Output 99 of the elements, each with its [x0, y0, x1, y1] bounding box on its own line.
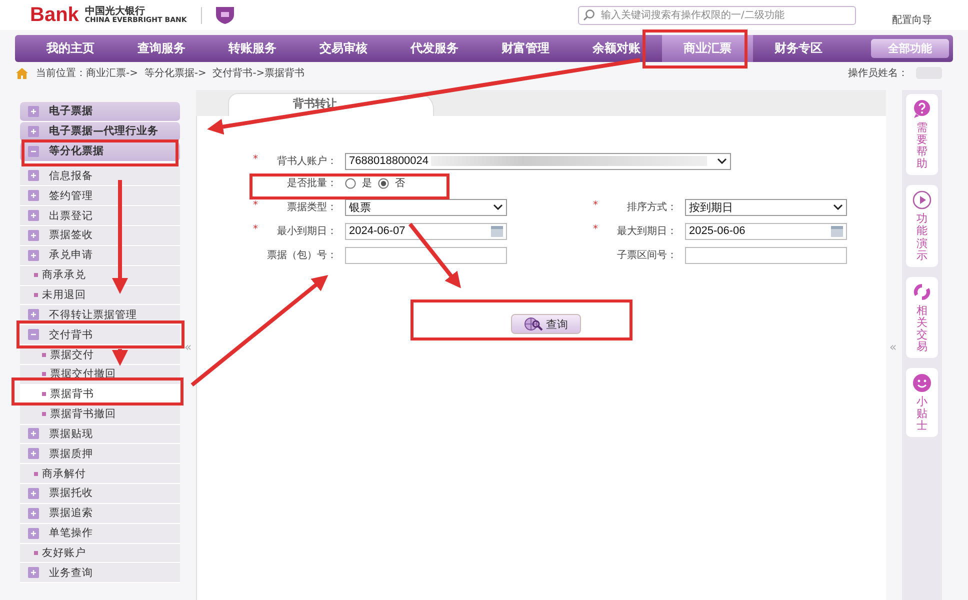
setup-guide-link[interactable]: 配置向导	[892, 3, 932, 27]
bullet-icon	[42, 412, 46, 416]
required-mark: *	[252, 200, 258, 213]
sidebar-item[interactable]: 票据背书撤回	[20, 404, 180, 424]
nav-tab[interactable]: 转账服务	[207, 35, 298, 62]
toolbar-button[interactable]: 功能演示	[906, 185, 938, 267]
sidebar-item[interactable]: 票据质押	[20, 444, 180, 464]
annotation-arrow	[112, 349, 128, 366]
plus-square-icon	[28, 126, 39, 137]
field-label: 票据（包）号：	[267, 249, 337, 262]
nav-tab[interactable]: 我的主页	[25, 35, 116, 62]
sidebar-item[interactable]: 商承承兑	[20, 266, 180, 286]
account-select[interactable]: 7688018800024	[345, 152, 731, 170]
toolbar-button[interactable]: 小贴士	[906, 368, 938, 438]
sidebar-item[interactable]: 商承解付	[20, 464, 180, 484]
sidebar-item[interactable]: 承兑申请	[20, 246, 180, 266]
plus-square-icon	[28, 508, 39, 519]
calendar-icon[interactable]	[491, 226, 503, 236]
required-mark: *	[592, 224, 598, 237]
plus-square-icon	[28, 428, 39, 440]
globe-search-icon	[524, 317, 544, 331]
caret-icon	[493, 204, 503, 210]
operator-label: 操作员姓名：	[848, 67, 908, 80]
plus-square-icon	[28, 190, 39, 202]
bullet-icon	[42, 372, 46, 376]
shield-emblem-icon	[214, 6, 236, 24]
smiley-icon	[912, 373, 932, 394]
nav-tab[interactable]: 查询服务	[116, 35, 207, 62]
field-label: 票据类型：	[287, 200, 337, 214]
help-bubble-icon	[912, 99, 932, 119]
search-icon	[583, 9, 595, 21]
minus-square-icon	[28, 146, 39, 157]
sidebar-item[interactable]: 票据签收	[20, 226, 180, 246]
bullet-icon	[34, 273, 38, 278]
plus-square-icon	[28, 528, 39, 539]
plus-square-icon	[28, 106, 39, 117]
minus-square-icon	[28, 329, 39, 340]
field-label: 最大到期日：	[617, 224, 677, 238]
required-mark: *	[592, 200, 598, 213]
calendar-icon[interactable]	[831, 226, 843, 236]
date-field[interactable]: 2025-06-06	[685, 222, 847, 240]
required-mark: *	[252, 154, 258, 167]
sidebar-item[interactable]: 信息报备	[20, 166, 180, 186]
nav-tab[interactable]: 余额对账	[571, 35, 662, 62]
input-field[interactable]	[685, 246, 847, 264]
required-mark: *	[252, 224, 258, 237]
radio-option[interactable]: 否	[378, 176, 405, 190]
sidebar-item[interactable]: 友好账户	[20, 544, 180, 564]
circular-arrows-icon	[912, 282, 932, 302]
select-field[interactable]: 银票	[345, 198, 507, 216]
nav-tab[interactable]: 财富管理	[480, 35, 571, 62]
nav-tab[interactable]: 财务专区	[753, 35, 844, 62]
plus-square-icon	[28, 170, 39, 182]
bullet-icon	[42, 392, 46, 396]
radio-option[interactable]: 是	[345, 176, 372, 190]
sidebar-item[interactable]: 未用退回	[20, 286, 180, 306]
caret-icon	[717, 158, 727, 164]
toolbar-button[interactable]: 相关交易	[906, 276, 938, 358]
date-field[interactable]: 2024-06-07	[345, 222, 507, 240]
plus-square-icon	[28, 309, 39, 320]
plus-square-icon	[28, 488, 39, 499]
sidebar-item[interactable]: 交付背书	[20, 325, 180, 346]
bullet-icon	[34, 550, 38, 555]
sidebar-item[interactable]: 签约管理	[20, 186, 180, 206]
field-label: 最小到期日：	[277, 224, 337, 238]
field-label: 背书人账户：	[277, 154, 337, 168]
plus-square-icon	[28, 567, 39, 578]
bullet-icon	[34, 293, 38, 298]
field-label: 排序方式：	[627, 200, 677, 214]
search-field[interactable]: 输入关键词搜索有操作权限的一/二级功能	[578, 6, 856, 24]
sidebar-item[interactable]: 等分化票据	[20, 142, 180, 162]
sidebar-item[interactable]: 票据追索	[20, 504, 180, 524]
sidebar-item[interactable]: 出票登记	[20, 206, 180, 226]
nav-tab[interactable]: 交易审核	[298, 35, 389, 62]
sidebar-item[interactable]: 票据贴现	[20, 424, 180, 444]
select-field[interactable]: 按到期日	[685, 198, 847, 216]
plus-square-icon	[28, 230, 39, 241]
home-icon	[16, 68, 28, 78]
input-field[interactable]	[345, 246, 507, 264]
field-label: 是否批量：	[287, 176, 337, 190]
query-button[interactable]: 查询	[511, 314, 581, 334]
plus-square-icon	[28, 448, 39, 460]
plus-square-icon	[28, 250, 39, 261]
toolbar-button[interactable]: 需要帮助	[906, 94, 938, 176]
nav-tab[interactable]: 代发服务	[389, 35, 480, 62]
bank-name: 中国光大银行	[84, 6, 146, 16]
breadcrumb: 当前位置：商业汇票-> 等分化票据-> 交付背书->票据背书	[36, 66, 305, 80]
sidebar-item[interactable]: 电子票据	[20, 102, 180, 122]
sidebar-item[interactable]: 单笔操作	[20, 524, 180, 544]
annotation-arrow	[408, 222, 461, 288]
caret-icon	[833, 204, 843, 210]
field-label: 子票区间号：	[617, 249, 677, 262]
sidebar-item[interactable]: 业务查询	[20, 563, 180, 584]
bank-logo-text: Bank	[30, 4, 79, 26]
plus-square-icon	[28, 210, 39, 222]
sidebar-item[interactable]: 票据托收	[20, 484, 180, 504]
bullet-icon	[34, 472, 38, 476]
bullet-icon	[42, 352, 46, 357]
play-icon	[912, 190, 932, 210]
